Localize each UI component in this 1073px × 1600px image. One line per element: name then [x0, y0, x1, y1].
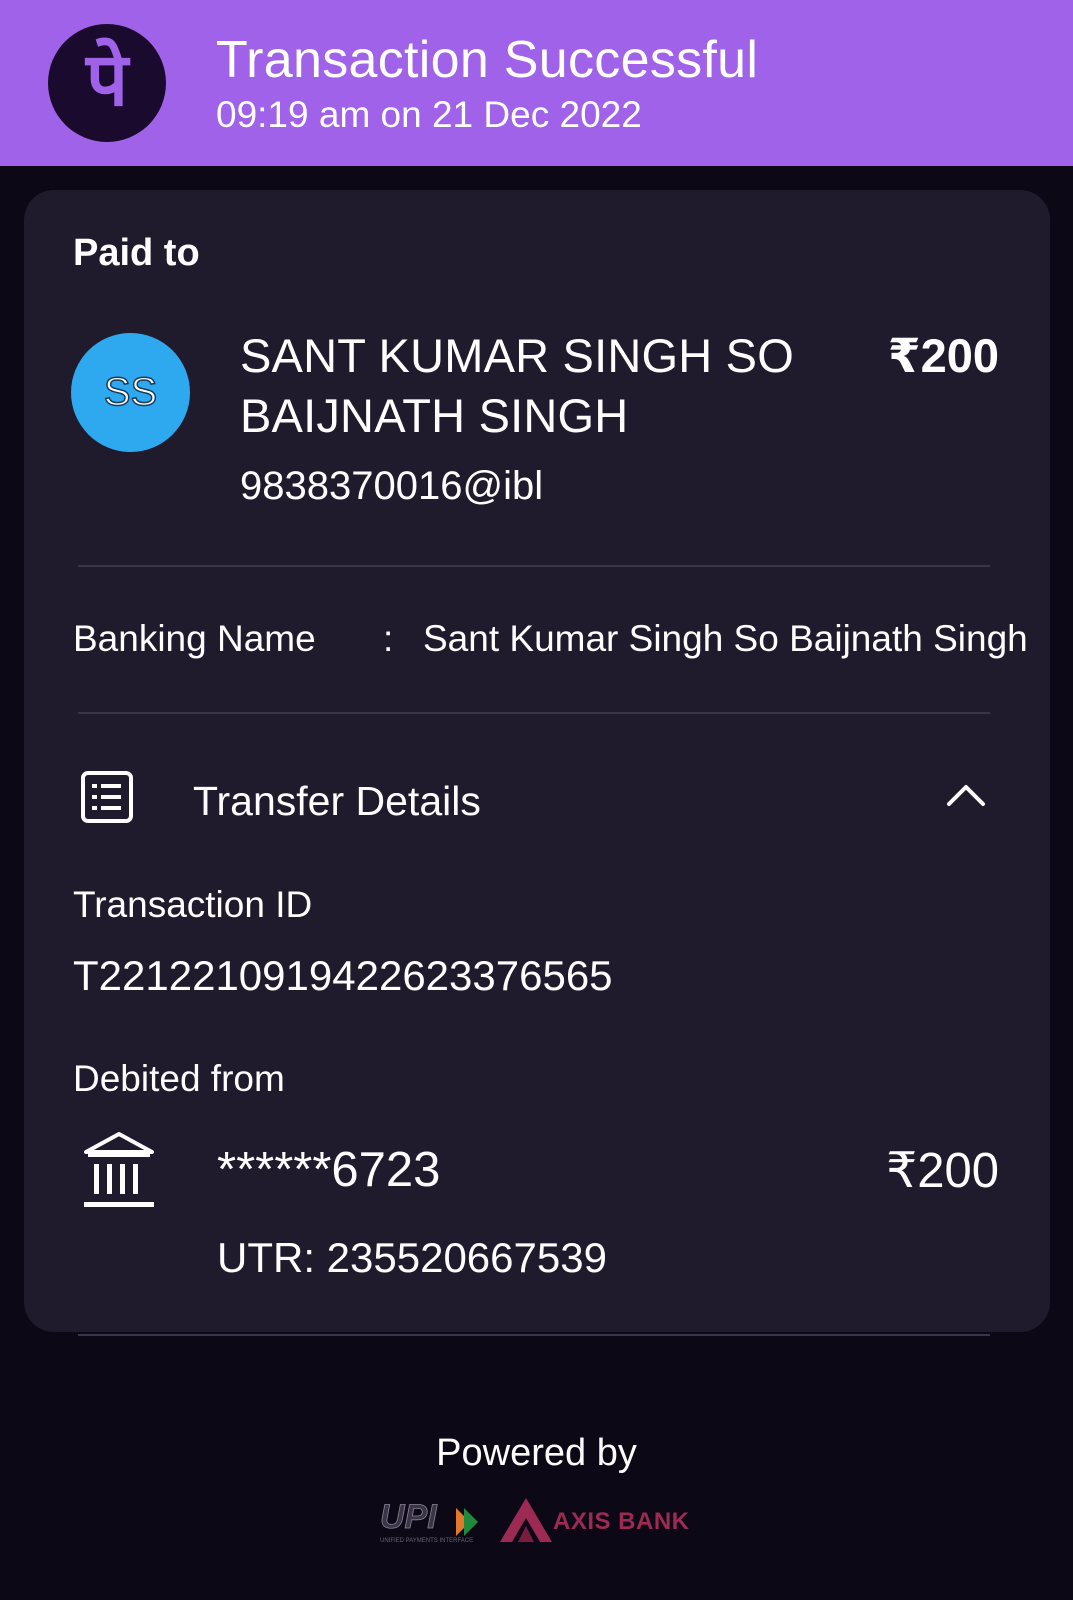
banking-name-label: Banking Name — [73, 618, 316, 659]
avatar: SS — [71, 333, 190, 452]
debited-from-label: Debited from — [73, 1058, 285, 1099]
powered-by-label: Powered by — [436, 1432, 637, 1474]
receipt-list-icon — [81, 771, 133, 823]
upi-tagline: UNIFIED PAYMENTS INTERFACE — [380, 1538, 473, 1544]
divider — [78, 712, 990, 714]
axis-bank-name: AXIS BANK — [553, 1508, 690, 1535]
status-timestamp: 09:19 am on 21 Dec 2022 — [216, 94, 642, 135]
utr-number: UTR: 235520667539 — [217, 1234, 607, 1281]
transfer-details-title[interactable]: Transfer Details — [193, 778, 481, 825]
phonepe-logo-icon: पे — [48, 24, 166, 142]
divider — [78, 1334, 990, 1336]
paid-to-label: Paid to — [73, 232, 200, 274]
upi-logo-text: UPI — [380, 1498, 438, 1536]
debit-amount: ₹200 — [886, 1144, 999, 1198]
banking-name-separator: : — [383, 618, 394, 659]
payee-upi-id: 9838370016@ibl — [240, 464, 544, 508]
transaction-id-label: Transaction ID — [73, 884, 313, 925]
paid-amount: ₹200 — [887, 329, 999, 382]
debit-account-number: ******6723 — [217, 1143, 441, 1197]
avatar-initials: SS — [103, 369, 158, 415]
header-bar: पे Transaction Successful 09:19 am on 21… — [0, 0, 1073, 166]
banking-name-row: Banking Name: Sant Kumar Singh So Baijnat… — [73, 618, 1028, 660]
logo-glyph: पे — [85, 37, 129, 123]
banking-name-value: Sant Kumar Singh So Baijnath Singh — [423, 618, 1028, 659]
transaction-id-value: T2212210919422623376565 — [73, 952, 613, 999]
upi-logo: UPI UNIFIED PAYMENTS INTERFACE — [380, 1498, 478, 1544]
divider — [78, 565, 990, 567]
bank-building-icon — [84, 1132, 154, 1207]
chevron-up-icon[interactable] — [946, 782, 986, 808]
status-title: Transaction Successful — [216, 31, 759, 89]
payee-name: SANT KUMAR SINGH SO BAIJNATH SINGH — [240, 329, 794, 442]
